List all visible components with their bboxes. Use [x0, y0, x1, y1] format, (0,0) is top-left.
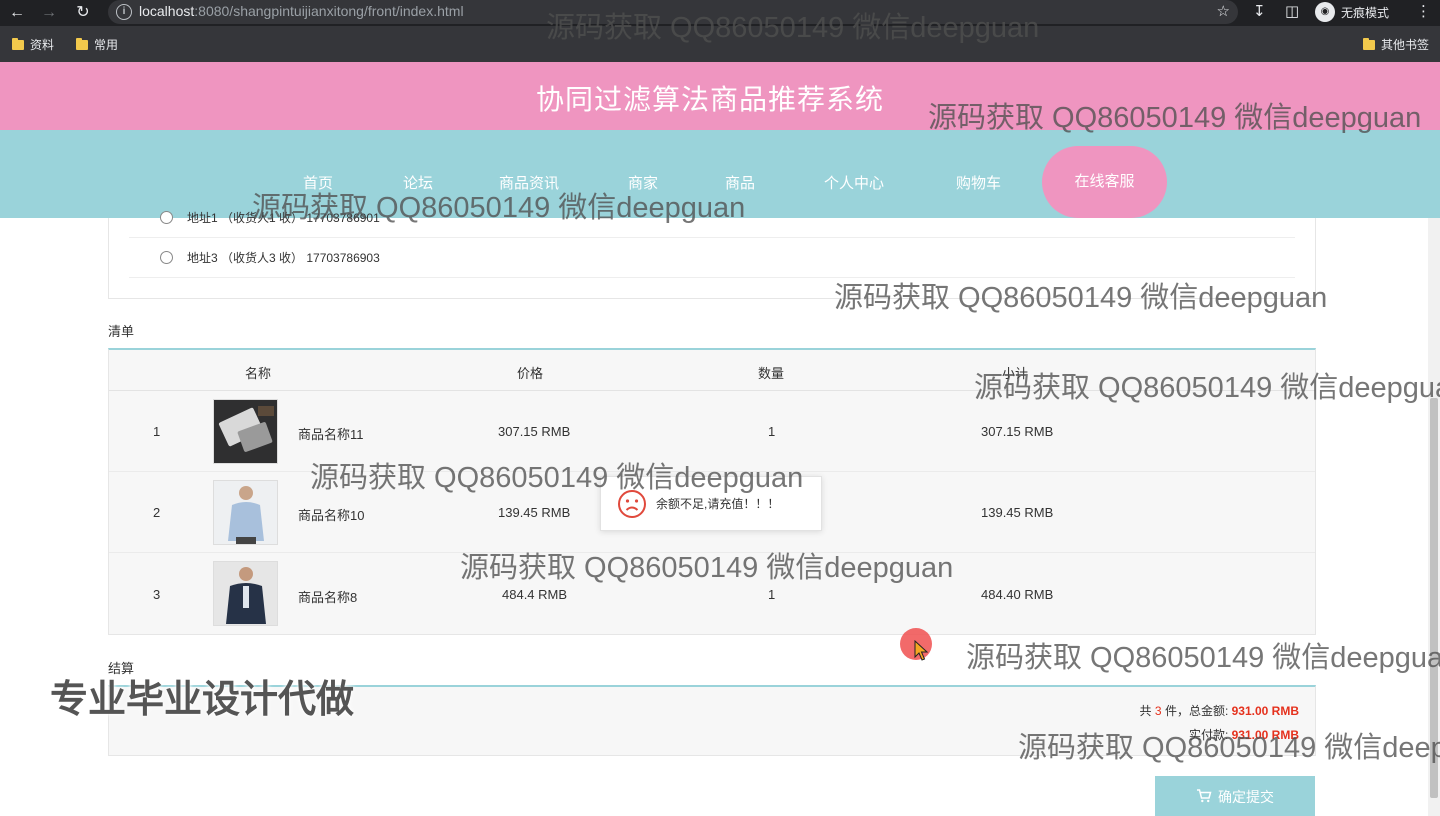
reload-icon[interactable]: ↻	[72, 2, 94, 24]
row-index: 2	[153, 505, 161, 520]
nav-products[interactable]: 商品	[725, 172, 755, 193]
header-name: 名称	[245, 366, 272, 381]
table-row: 1 商品名称11 307.15 RMB 1 307.15 RMB	[109, 391, 1315, 472]
forward-icon[interactable]: →	[38, 2, 60, 24]
nav-profile[interactable]: 个人中心	[824, 172, 884, 193]
folder-icon	[76, 37, 88, 50]
header-subtotal: 小计	[1002, 366, 1029, 381]
product-price: 307.15 RMB	[498, 424, 571, 439]
address-label: 地址1 （收货人1 收） 17703786901	[187, 211, 380, 225]
address-label: 地址3 （收货人3 收） 17703786903	[187, 251, 380, 265]
product-subtotal: 139.45 RMB	[981, 505, 1054, 520]
folder-icon	[1363, 37, 1375, 50]
row-index: 3	[153, 587, 161, 602]
site-title: 协同过滤算法商品推荐系统	[535, 84, 884, 115]
browser-toolbar: ← → ↻ i localhost:8080/shangpintuijianxi…	[0, 0, 1440, 26]
incognito-label: 无痕模式	[1341, 5, 1390, 20]
product-qty: 1	[768, 424, 776, 439]
product-image[interactable]	[213, 480, 278, 545]
product-image[interactable]	[213, 399, 278, 464]
product-image[interactable]	[213, 561, 278, 626]
radio-button[interactable]	[160, 211, 173, 224]
side-panel-icon[interactable]: ◫	[1285, 2, 1299, 20]
product-price: 139.45 RMB	[498, 505, 571, 520]
incognito-indicator[interactable]: ◉ 无痕模式	[1315, 1, 1389, 23]
table-row: 3 商品名称8 484.4 RMB 1 484.40 RMB	[109, 553, 1315, 634]
table-header: 名称 价格 数量 小计	[109, 350, 1315, 391]
radio-button[interactable]	[160, 251, 173, 264]
mouse-cursor-icon	[914, 640, 929, 661]
back-icon[interactable]: ←	[6, 2, 28, 24]
bookmark-folder-common[interactable]: 常用	[76, 36, 118, 53]
url-text[interactable]: localhost:8080/shangpintuijianxitong/fro…	[139, 3, 464, 19]
bookmark-folder-other[interactable]: 其他书签	[1363, 36, 1429, 53]
nav-news[interactable]: 商品资讯	[499, 172, 559, 193]
address-bar[interactable]: i localhost:8080/shangpintuijianxitong/f…	[108, 0, 1238, 24]
nav-cart[interactable]: 购物车	[956, 172, 1001, 193]
nav-home[interactable]: 首页	[303, 172, 333, 193]
toast-message: 余额不足,请充值！！！	[656, 497, 780, 511]
cart-icon	[1196, 788, 1212, 806]
menu-dots-icon[interactable]: ⋮	[1416, 2, 1431, 20]
product-subtotal: 307.15 RMB	[981, 424, 1054, 439]
product-name[interactable]: 商品名称8	[298, 587, 357, 606]
product-qty: 1	[768, 587, 776, 602]
header-qty: 数量	[758, 366, 785, 381]
header-price: 价格	[517, 366, 544, 381]
site-header: 协同过滤算法商品推荐系统	[0, 62, 1440, 130]
submit-order-button[interactable]: 确定提交	[1155, 776, 1315, 816]
total-line: 共 3 件，总金额: 931.00 RMB	[1139, 704, 1299, 718]
scrollbar-thumb[interactable]	[1430, 398, 1438, 798]
item-count: 3	[1154, 704, 1162, 718]
site-info-icon[interactable]: i	[116, 4, 132, 20]
watermark: 源码获取 QQ86050149 微信deepguan	[966, 642, 1440, 674]
sad-face-icon	[618, 489, 646, 518]
address-option[interactable]: 地址1 （收货人1 收） 17703786901	[129, 198, 1295, 238]
bookmark-star-icon[interactable]: ☆	[1217, 2, 1230, 20]
error-toast: 余额不足,请充值！！！	[600, 476, 822, 531]
bookmarks-bar: 资料 常用 其他书签	[0, 26, 1440, 62]
download-icon[interactable]: ↧	[1253, 2, 1266, 20]
incognito-icon: ◉	[1315, 2, 1335, 22]
total-amount: 931.00 RMB	[1231, 704, 1299, 718]
product-name[interactable]: 商品名称11	[298, 424, 364, 443]
nav-forum[interactable]: 论坛	[403, 172, 433, 193]
paid-line: 实付款: 931.00 RMB	[1188, 728, 1299, 742]
bookmark-folder-resources[interactable]: 资料	[12, 36, 54, 53]
address-list: 地址1 （收货人1 收） 17703786901 地址3 （收货人3 收） 17…	[108, 211, 1316, 299]
folder-icon	[12, 37, 24, 50]
nav-merchants[interactable]: 商家	[628, 172, 658, 193]
paid-amount: 931.00 RMB	[1231, 728, 1299, 742]
product-name[interactable]: 商品名称10	[298, 505, 364, 524]
watermark-banner: 专业毕业设计代做	[50, 679, 355, 721]
list-section-title: 清单	[108, 324, 135, 339]
product-price: 484.4 RMB	[502, 587, 568, 602]
row-index: 1	[153, 424, 161, 439]
address-option[interactable]: 地址3 （收货人3 收） 17703786903	[129, 238, 1295, 278]
product-subtotal: 484.40 RMB	[981, 587, 1054, 602]
page-scrollbar[interactable]	[1428, 218, 1440, 816]
